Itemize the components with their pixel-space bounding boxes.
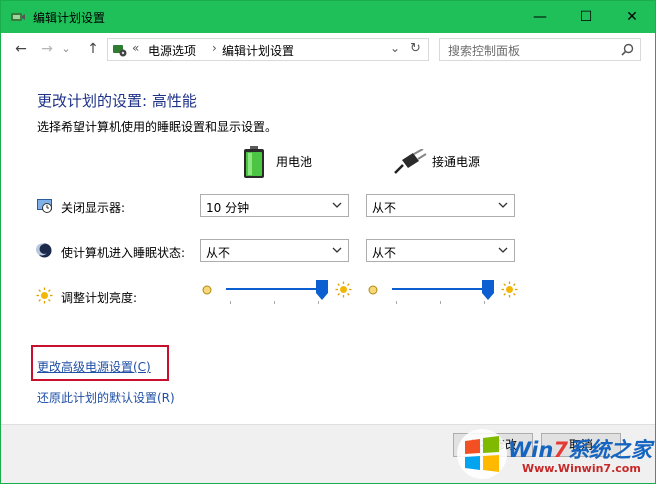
brightness-label: 调整计划亮度:	[61, 291, 138, 305]
edit-plan-settings-window: 编辑计划设置 — ☐ ✕ ← → ⌄ ↑ « 电源选项 › 编辑计划设置 ⌄ ↻	[0, 0, 656, 484]
power-plug-icon	[394, 149, 427, 174]
sleep-battery-select[interactable]: 从不	[200, 239, 349, 262]
display-battery-value: 10 分钟	[206, 201, 250, 215]
title-bar: 编辑计划设置 — ☐ ✕	[1, 1, 655, 33]
display-plugged-value: 从不	[372, 201, 397, 215]
recent-locations-chevron-icon[interactable]: ⌄	[61, 41, 71, 57]
maximize-button[interactable]: ☐	[563, 1, 609, 33]
maximize-icon: ☐	[579, 9, 593, 25]
refresh-icon[interactable]: ↻	[410, 41, 421, 56]
watermark-brand: Win7系统之家	[508, 434, 652, 464]
chevron-down-icon	[332, 202, 342, 208]
dim-sun-icon	[202, 285, 212, 295]
watermark-url: Www.Winwin7.com	[522, 462, 641, 475]
page-description: 选择希望计算机使用的睡眠设置和显示设置。	[37, 120, 278, 134]
close-button[interactable]: ✕	[609, 1, 655, 33]
slider-tick	[274, 301, 275, 304]
back-arrow-icon[interactable]: ←	[13, 41, 29, 57]
dim-sun-icon	[368, 285, 378, 295]
search-placeholder: 搜索控制面板	[448, 44, 521, 58]
chevron-down-icon	[498, 247, 508, 253]
breadcrumb-separator: ›	[212, 41, 217, 55]
turn-off-display-label: 关闭显示器:	[61, 201, 126, 215]
plugged-column-label: 接通电源	[432, 155, 481, 169]
battery-icon	[244, 146, 264, 178]
slider-fill	[392, 288, 488, 290]
watermark-brand-tail: 系统之家	[567, 438, 652, 462]
restore-defaults-link[interactable]: 还原此计划的默认设置(R)	[37, 389, 175, 406]
breadcrumb-overflow[interactable]: «	[132, 41, 139, 55]
minimize-button[interactable]: —	[517, 1, 563, 33]
up-arrow-icon[interactable]: ↑	[85, 41, 101, 57]
bright-sun-icon	[501, 281, 518, 298]
brightness-battery-slider[interactable]	[200, 279, 352, 309]
minimize-icon: —	[533, 9, 547, 25]
breadcrumb-edit-plan-settings[interactable]: 编辑计划设置	[222, 42, 294, 59]
bright-sun-icon	[335, 281, 352, 298]
chevron-down-icon	[332, 247, 342, 253]
sleep-plugged-value: 从不	[372, 246, 397, 260]
slider-thumb[interactable]	[316, 280, 328, 300]
navigation-bar: ← → ⌄ ↑ « 电源选项 › 编辑计划设置 ⌄ ↻ 搜索控制面板	[1, 33, 655, 67]
address-dropdown-chevron-icon[interactable]: ⌄	[390, 41, 400, 55]
forward-arrow-icon[interactable]: →	[39, 41, 55, 57]
watermark-brand-win: Win	[508, 438, 554, 462]
windows-logo-watermark-icon	[457, 429, 507, 479]
close-icon: ✕	[626, 9, 638, 25]
address-bar[interactable]: « 电源选项 › 编辑计划设置 ⌄ ↻	[107, 38, 429, 61]
display-plugged-select[interactable]: 从不	[366, 194, 515, 217]
brightness-sun-icon	[36, 287, 53, 304]
battery-column-label: 用电池	[276, 155, 313, 169]
display-battery-select[interactable]: 10 分钟	[200, 194, 349, 217]
brightness-plugged-slider[interactable]	[366, 279, 518, 309]
slider-tick	[318, 301, 319, 304]
control-panel-icon	[113, 45, 127, 57]
search-icon[interactable]	[621, 43, 634, 56]
page-heading: 更改计划的设置: 高性能	[37, 92, 197, 110]
search-box[interactable]: 搜索控制面板	[439, 38, 641, 61]
window-title: 编辑计划设置	[33, 11, 106, 25]
watermark-brand-number: 7	[553, 438, 568, 462]
chevron-down-icon	[498, 202, 508, 208]
sleep-label: 使计算机进入睡眠状态:	[61, 246, 186, 260]
slider-fill	[226, 288, 322, 290]
sleep-battery-value: 从不	[206, 246, 231, 260]
slider-tick	[396, 301, 397, 304]
slider-tick	[484, 301, 485, 304]
display-clock-icon	[37, 199, 52, 213]
slider-tick	[230, 301, 231, 304]
advanced-power-settings-link[interactable]: 更改高级电源设置(C)	[37, 358, 151, 375]
slider-tick	[440, 301, 441, 304]
sleep-plugged-select[interactable]: 从不	[366, 239, 515, 262]
breadcrumb-power-options[interactable]: 电源选项	[148, 42, 196, 59]
power-options-icon	[11, 13, 25, 21]
slider-thumb[interactable]	[482, 280, 494, 300]
sleep-moon-icon	[36, 243, 52, 258]
